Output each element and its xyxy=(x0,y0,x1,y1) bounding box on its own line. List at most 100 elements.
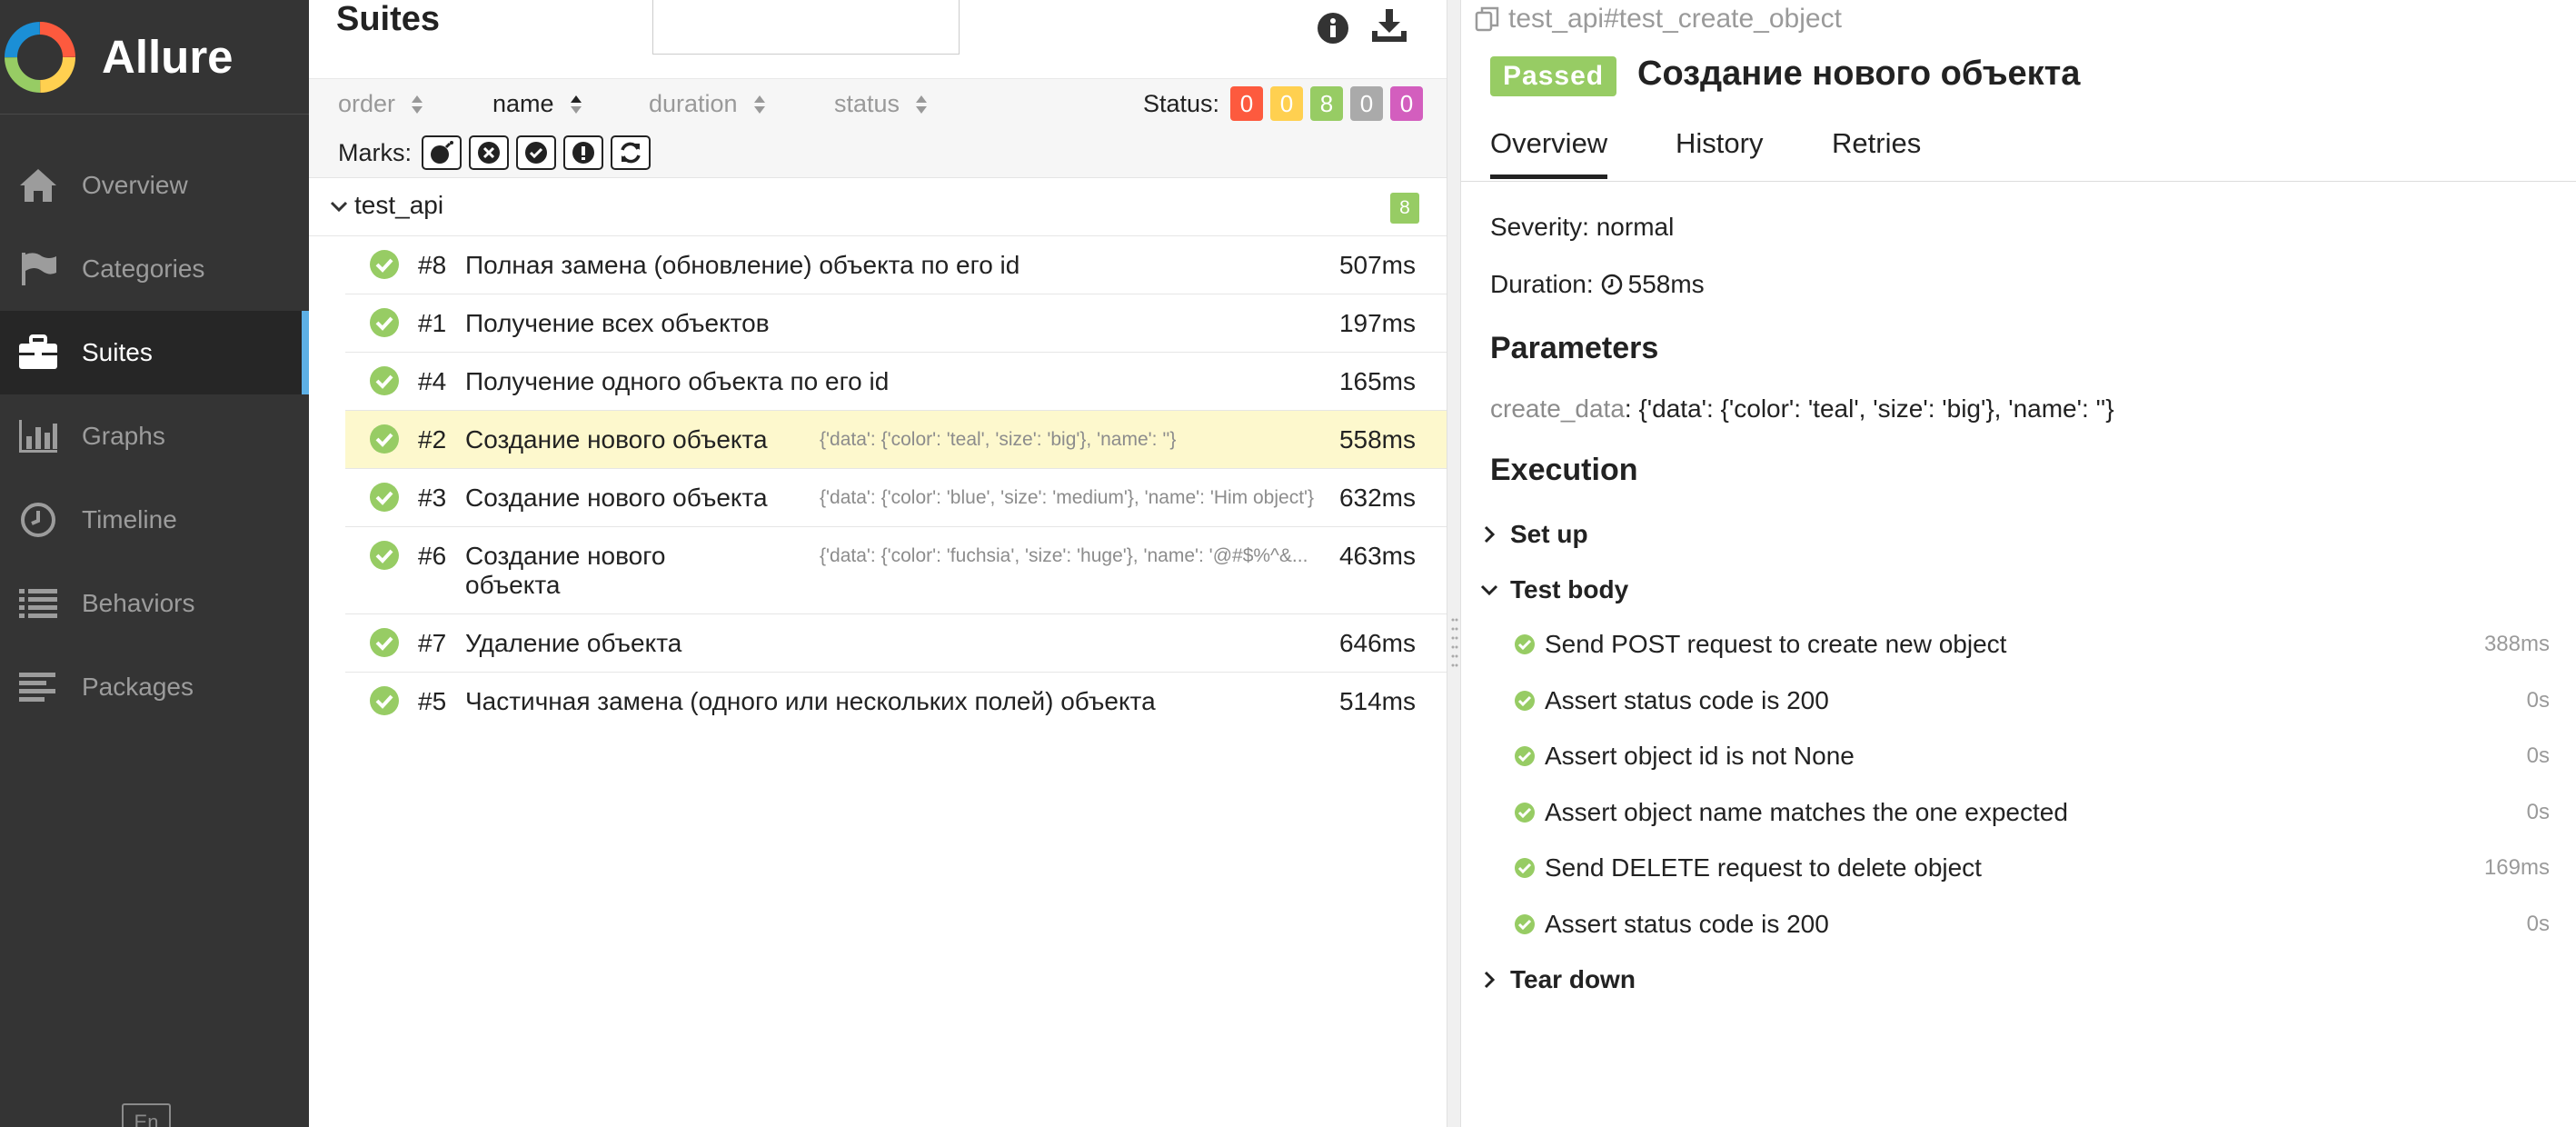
parameter-value: : {'data': {'color': 'teal', 'size': 'bi… xyxy=(1624,394,2114,423)
test-case-parameters: {'data': {'color': 'blue', 'size': 'medi… xyxy=(820,487,1315,508)
section-label: Test body xyxy=(1510,575,1629,603)
sidebar-item-label: Overview xyxy=(82,171,188,199)
mark-flaky-toggle[interactable] xyxy=(422,135,462,170)
detail-tabs: Overview History Retries xyxy=(1461,116,2576,182)
mark-new-broken-toggle[interactable] xyxy=(563,135,603,170)
status-skipped-toggle[interactable]: 0 xyxy=(1350,86,1383,121)
sort-label: status xyxy=(834,90,900,117)
sidebar-item-label: Timeline xyxy=(82,505,177,534)
suite-group-row[interactable]: test_api 8 xyxy=(309,178,1447,236)
check-circle-icon xyxy=(1515,914,1535,934)
test-case-name: Получение всех объектов xyxy=(465,309,770,337)
allure-logo-icon xyxy=(5,21,75,93)
check-circle-icon xyxy=(1515,746,1535,766)
test-body-section[interactable]: Test body xyxy=(1479,575,1628,604)
status-unknown-toggle[interactable]: 0 xyxy=(1390,86,1423,121)
sidebar-item-overview[interactable]: Overview xyxy=(0,144,309,227)
check-circle-icon xyxy=(370,424,399,454)
test-case-number: #7 xyxy=(418,629,447,657)
sort-by-order[interactable]: order xyxy=(338,90,424,118)
sidebar-item-behaviors[interactable]: Behaviors xyxy=(0,562,309,645)
sidebar-item-categories[interactable]: Categories xyxy=(0,227,309,311)
suite-group-count-badge: 8 xyxy=(1390,193,1419,224)
sort-bar: order name duration status Status: 0 0 8… xyxy=(309,78,1447,178)
check-circle-icon xyxy=(370,483,399,512)
sidebar-item-graphs[interactable]: Graphs xyxy=(0,394,309,478)
test-case-row[interactable]: #6 Создание нового объекта {'data': {'co… xyxy=(345,527,1447,614)
test-case-number: #4 xyxy=(418,367,447,395)
test-case-row-selected[interactable]: #2 Создание нового объекта {'data': {'co… xyxy=(345,411,1447,469)
exclamation-circle-icon xyxy=(572,142,594,164)
mark-new-passed-toggle[interactable] xyxy=(516,135,556,170)
test-case-row[interactable]: #5 Частичная замена (одного или нескольк… xyxy=(345,673,1447,731)
step-row[interactable]: Send POST request to create new object 3… xyxy=(1514,622,2568,667)
brand-name: Allure xyxy=(102,31,234,83)
check-circle-icon xyxy=(370,541,399,570)
test-case-duration: 197ms xyxy=(1338,309,1416,337)
test-case-parameters: {'data': {'color': 'fuchsia', 'size': 'h… xyxy=(820,545,1308,566)
status-broken-toggle[interactable]: 0 xyxy=(1270,86,1303,121)
setup-section[interactable]: Set up xyxy=(1479,520,1588,549)
parameter-line: create_data: {'data': {'color': 'teal', … xyxy=(1490,394,2114,424)
severity-line: Severity: normal xyxy=(1490,213,1674,242)
mark-retries-toggle[interactable] xyxy=(611,135,651,170)
search-input[interactable] xyxy=(652,0,960,55)
step-name: Assert object name matches the one expec… xyxy=(1545,798,2068,826)
clock-icon xyxy=(1601,274,1622,295)
test-case-row[interactable]: #4 Получение одного объекта по его id 16… xyxy=(345,353,1447,411)
sort-label: order xyxy=(338,90,396,117)
step-row[interactable]: Send DELETE request to delete object 169… xyxy=(1514,845,2568,891)
duration-value: 558ms xyxy=(1627,270,1705,298)
step-name: Send POST request to create new object xyxy=(1545,630,2007,658)
sort-by-status[interactable]: status xyxy=(834,90,929,118)
step-row[interactable]: Assert object name matches the one expec… xyxy=(1514,790,2568,835)
parameter-name: create_data xyxy=(1490,394,1625,423)
status-passed-toggle[interactable]: 8 xyxy=(1310,86,1343,121)
test-case-number: #1 xyxy=(418,309,447,337)
tab-overview[interactable]: Overview xyxy=(1490,127,1608,179)
pane-splitter[interactable] xyxy=(1447,0,1461,1127)
test-case-name: Создание нового объекта xyxy=(465,425,768,454)
test-case-duration: 646ms xyxy=(1338,629,1416,657)
brand[interactable]: Allure xyxy=(0,0,309,115)
status-failed-toggle[interactable]: 0 xyxy=(1230,86,1263,121)
test-case-row[interactable]: #3 Создание нового объекта {'data': {'co… xyxy=(345,469,1447,527)
check-circle-icon xyxy=(370,686,399,715)
check-circle-icon xyxy=(370,308,399,337)
download-icon[interactable] xyxy=(1370,7,1408,44)
execution-heading: Execution xyxy=(1490,453,1638,487)
severity-label: Severity: xyxy=(1490,213,1589,241)
check-circle-icon xyxy=(1515,634,1535,654)
test-path[interactable]: test_api#test_create_object xyxy=(1474,4,1842,35)
sidebar-item-packages[interactable]: Packages xyxy=(0,645,309,729)
sort-by-duration[interactable]: duration xyxy=(649,90,767,118)
sidebar-item-timeline[interactable]: Timeline xyxy=(0,478,309,562)
chevron-right-icon xyxy=(1484,971,1496,989)
test-case-row[interactable]: #8 Полная замена (обновление) объекта по… xyxy=(345,236,1447,294)
test-case-name: Создание нового объекта xyxy=(465,484,768,512)
step-row[interactable]: Assert object id is not None 0s xyxy=(1514,733,2568,779)
mark-new-failed-toggle[interactable] xyxy=(469,135,509,170)
test-case-row[interactable]: #1 Получение всех объектов 197ms xyxy=(345,294,1447,353)
parameters-heading: Parameters xyxy=(1490,331,1659,365)
copy-icon[interactable] xyxy=(1474,5,1501,33)
step-duration: 0s xyxy=(2526,743,2550,768)
info-icon[interactable] xyxy=(1316,11,1350,45)
check-circle-icon xyxy=(370,250,399,279)
check-circle-icon xyxy=(1515,691,1535,711)
sidebar-item-label: Graphs xyxy=(82,422,165,450)
sort-by-name[interactable]: name xyxy=(492,90,583,118)
language-button[interactable]: En xyxy=(122,1103,171,1127)
teardown-section[interactable]: Tear down xyxy=(1479,965,1636,994)
sidebar-item-suites[interactable]: Suites xyxy=(0,311,309,394)
step-duration: 0s xyxy=(2526,800,2550,824)
step-row[interactable]: Assert status code is 200 0s xyxy=(1514,678,2568,723)
chevron-down-icon xyxy=(1480,584,1498,596)
check-circle-icon xyxy=(1515,803,1535,823)
step-row[interactable]: Assert status code is 200 0s xyxy=(1514,902,2568,947)
refresh-icon xyxy=(621,142,641,164)
tab-history[interactable]: History xyxy=(1676,127,1763,175)
align-left-icon xyxy=(16,665,60,709)
tab-retries[interactable]: Retries xyxy=(1832,127,1921,175)
test-case-row[interactable]: #7 Удаление объекта 646ms xyxy=(345,614,1447,673)
